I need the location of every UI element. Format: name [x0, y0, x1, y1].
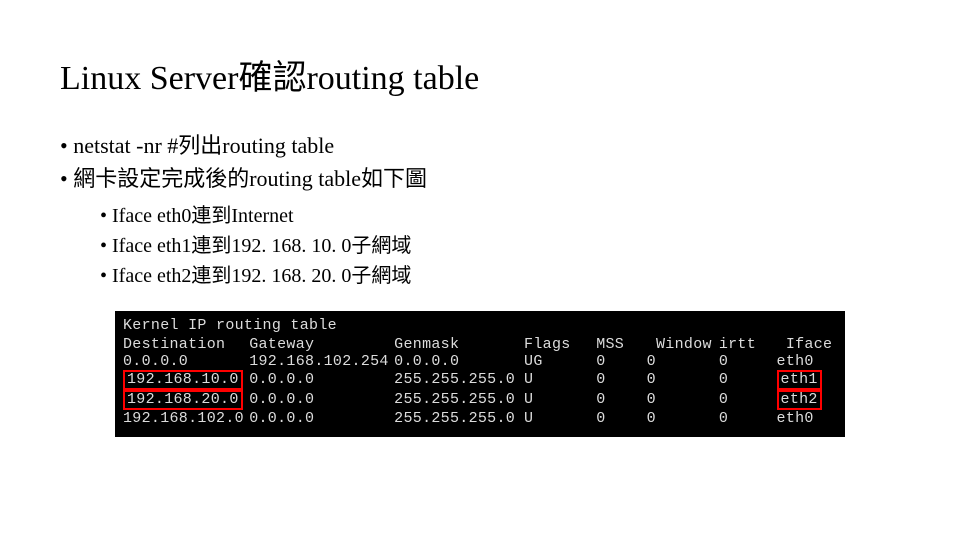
terminal-header-line: Kernel IP routing table — [123, 317, 837, 334]
cell-destination: 0.0.0.0 — [123, 353, 249, 370]
table-row: 192.168.10.00.0.0.0255.255.255.0U0 00 et… — [123, 370, 837, 390]
col-flags: Flags — [524, 336, 596, 353]
cell-window: 0 — [647, 410, 719, 427]
table-row: 192.168.20.00.0.0.0255.255.255.0U0 00 et… — [123, 390, 837, 410]
sub-bullet-item: Iface eth1連到192. 168. 10. 0子網域 — [100, 231, 900, 261]
cell-flags: U — [524, 390, 596, 410]
highlight-box: eth2 — [777, 390, 822, 410]
cell-destination: 192.168.20.0 — [123, 390, 249, 410]
bullet-item: netstat -nr #列出routing table — [60, 129, 900, 162]
cell-mss: 0 — [596, 353, 646, 370]
bullet-item: 網卡設定完成後的routing table如下圖 Iface eth0連到Int… — [60, 162, 900, 291]
cell-flags: U — [524, 410, 596, 427]
cell-genmask: 255.255.255.0 — [394, 390, 524, 410]
cell-destination: 192.168.10.0 — [123, 370, 249, 390]
col-destination: Destination — [123, 336, 249, 353]
cell-mss: 0 — [596, 410, 646, 427]
cell-gateway: 0.0.0.0 — [249, 390, 394, 410]
cell-window: 0 — [647, 353, 719, 370]
cell-flags: U — [524, 370, 596, 390]
cell-flags: UG — [524, 353, 596, 370]
cell-window: 0 — [647, 370, 719, 390]
col-genmask: Genmask — [394, 336, 524, 353]
highlight-box: eth1 — [777, 370, 822, 390]
cell-window: 0 — [647, 390, 719, 410]
bullet-text: 網卡設定完成後的routing table如下圖 — [73, 166, 427, 191]
cell-irtt: 0 — [719, 353, 777, 370]
table-header-row: Destination Gateway Genmask Flags MSS Wi… — [123, 336, 837, 353]
cell-mss: 0 — [596, 390, 646, 410]
slide: Linux Server確認routing table netstat -nr … — [0, 0, 960, 457]
cell-iface: eth2 — [777, 390, 837, 410]
col-gateway: Gateway — [249, 336, 394, 353]
bullet-list: netstat -nr #列出routing table 網卡設定完成後的rou… — [60, 129, 900, 291]
terminal-output: Kernel IP routing table Destination Gate… — [115, 311, 845, 437]
col-window: Window — [647, 336, 719, 353]
cell-genmask: 255.255.255.0 — [394, 410, 524, 427]
slide-title: Linux Server確認routing table — [60, 50, 900, 99]
cell-iface: eth0 — [777, 410, 837, 427]
cell-genmask: 0.0.0.0 — [394, 353, 524, 370]
cell-destination: 192.168.102.0 — [123, 410, 249, 427]
cell-gateway: 192.168.102.254 — [249, 353, 394, 370]
highlight-box: 192.168.10.0 — [123, 370, 243, 390]
routing-table: Destination Gateway Genmask Flags MSS Wi… — [123, 336, 837, 427]
highlight-box: 192.168.20.0 — [123, 390, 243, 410]
cell-gateway: 0.0.0.0 — [249, 370, 394, 390]
cell-iface: eth0 — [777, 353, 837, 370]
cell-irtt: 0 — [719, 410, 777, 427]
cell-irtt: 0 — [719, 370, 777, 390]
table-row: 0.0.0.0192.168.102.2540.0.0.0UG0 00 eth0 — [123, 353, 837, 370]
col-irtt: irtt — [719, 336, 777, 353]
cell-iface: eth1 — [777, 370, 837, 390]
cell-mss: 0 — [596, 370, 646, 390]
col-iface: Iface — [777, 336, 837, 353]
cell-gateway: 0.0.0.0 — [249, 410, 394, 427]
sub-bullet-item: Iface eth2連到192. 168. 20. 0子網域 — [100, 261, 900, 291]
cell-irtt: 0 — [719, 390, 777, 410]
cell-genmask: 255.255.255.0 — [394, 370, 524, 390]
table-row: 192.168.102.00.0.0.0255.255.255.0U0 00 e… — [123, 410, 837, 427]
sub-bullet-item: Iface eth0連到Internet — [100, 201, 900, 231]
col-mss: MSS — [596, 336, 646, 353]
